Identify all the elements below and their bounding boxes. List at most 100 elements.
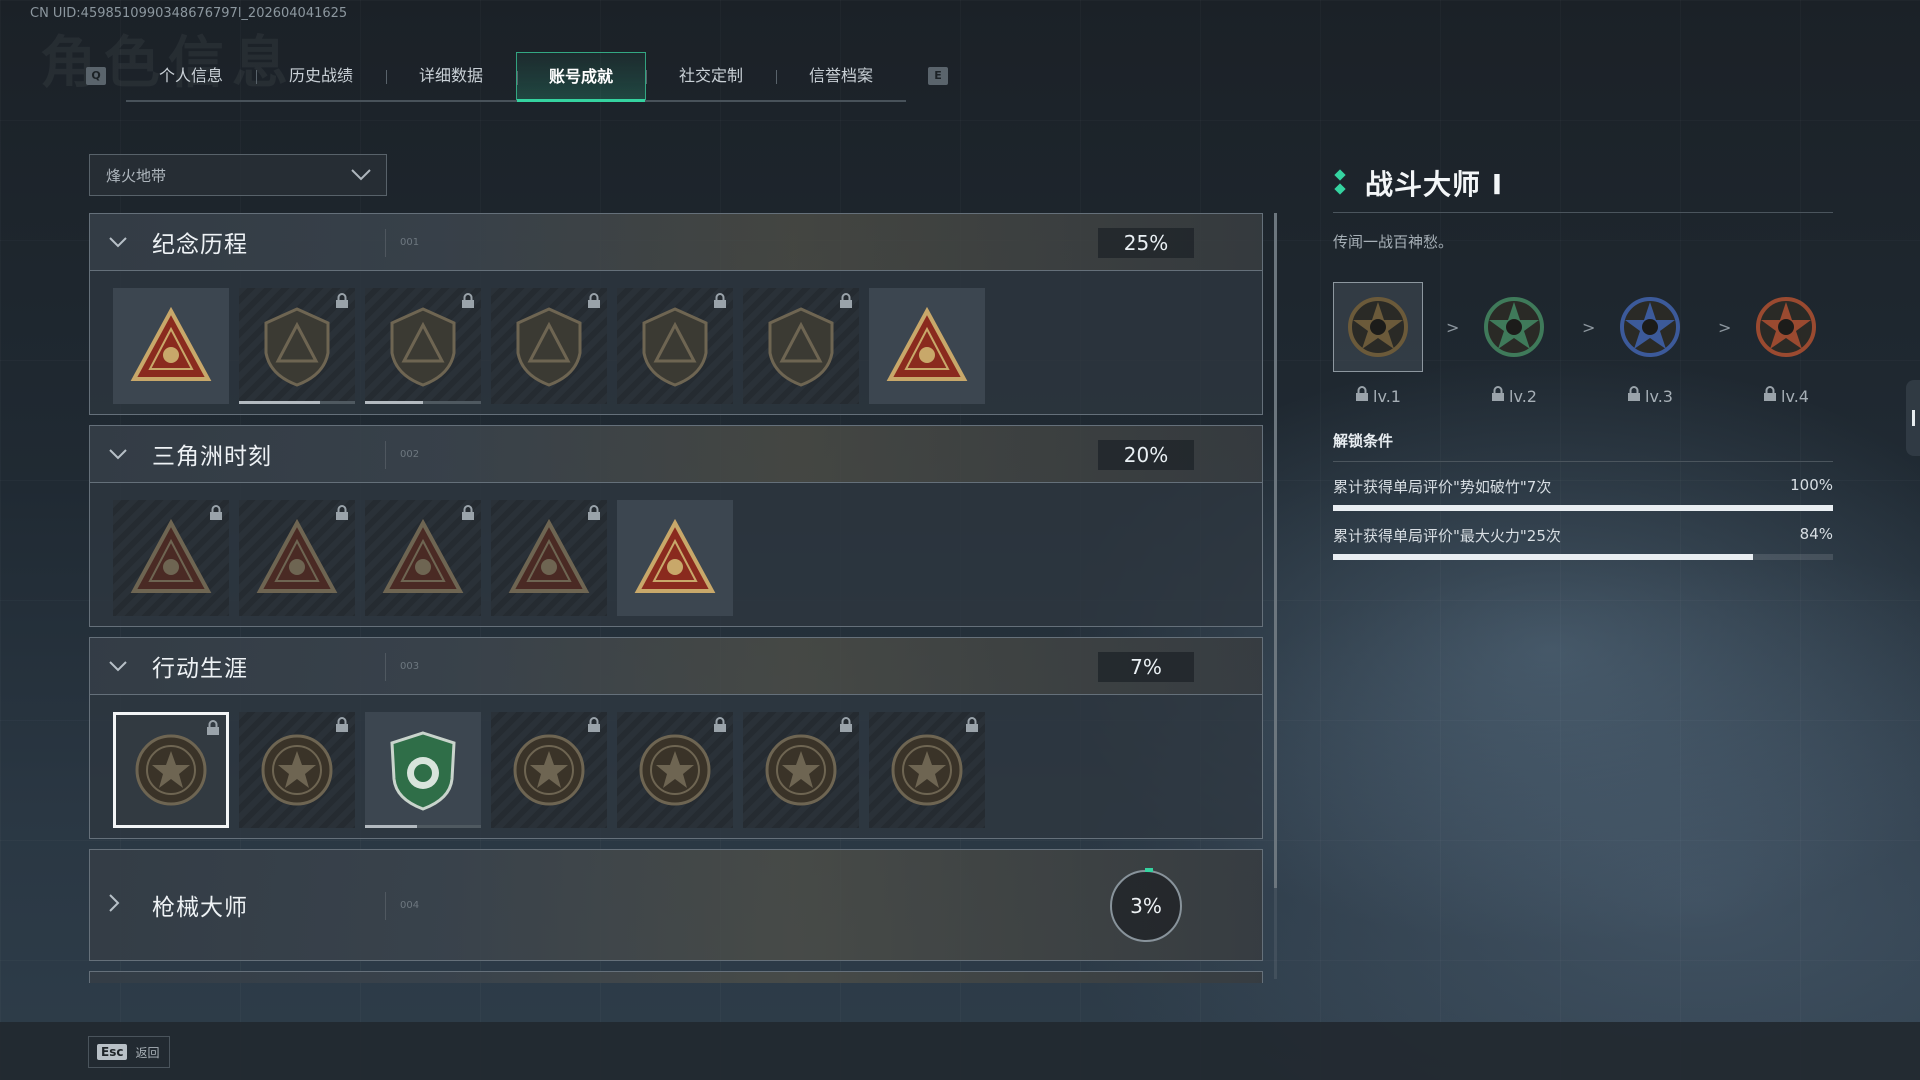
lock-icon [840,717,852,732]
group-header-weapon-master[interactable]: 枪械大师 004 3% [89,849,1263,961]
achievement-list[interactable]: 纪念历程 001 25% 三角洲时刻 002 20% 行动生涯 003 7% 枪… [89,213,1263,983]
achievement-badge[interactable] [365,288,481,404]
achievement-badge[interactable] [113,712,229,828]
hexagon-target-triangle-emblem-icon [508,518,590,593]
esc-key-hint: Esc [97,1044,128,1060]
achievement-group: 行动生涯 003 7% [89,637,1263,839]
top-tab-bar: Q 个人信息 历史战绩 详细数据 账号成就 社交定制 信誉档案 E [82,52,948,102]
back-button[interactable]: Esc 返回 [88,1036,170,1068]
lock-icon [588,717,600,732]
progress-ring-marker [1145,868,1153,872]
achievement-badge[interactable] [869,712,985,828]
skull-triangle-emblem-icon [256,518,338,593]
level-emblem-icon [1605,282,1695,372]
achievement-badge[interactable] [743,288,859,404]
helmet-medal-icon [639,734,711,806]
prev-tab-key-hint[interactable]: Q [86,67,106,85]
level-1[interactable]: lv.1 [1333,282,1423,406]
achievement-group: 枪械大师 004 3% [89,849,1263,961]
achievement-badge[interactable] [113,500,229,616]
tabs: 个人信息 历史战绩 详细数据 账号成就 社交定制 信誉档案 [126,52,906,102]
level-label: lv.2 [1469,386,1559,406]
backpack-triangle-emblem-icon [130,518,212,593]
lock-icon [1627,386,1641,406]
level-2[interactable]: lv.2 [1469,282,1559,406]
squad-triangle-emblem-icon [634,518,716,593]
achievement-badge[interactable] [365,712,481,828]
next-group-header-partial[interactable] [89,971,1263,983]
lock-icon [1763,386,1777,406]
tab-social[interactable]: 社交定制 [646,52,776,100]
header-divider [385,441,386,469]
achievement-badge[interactable] [365,500,481,616]
level-emblem-icon [1741,282,1831,372]
chevron-right-icon [108,893,138,918]
lock-icon [207,720,219,735]
group-percent: 25% [1098,228,1194,258]
achievement-badge[interactable] [491,288,607,404]
number-one-triangle-emblem-icon [886,306,968,381]
achievement-group: 三角洲时刻 002 20% [89,425,1263,627]
group-title: 三角洲时刻 [152,444,272,470]
achievement-badge[interactable] [491,712,607,828]
group-percent: 7% [1098,652,1194,682]
level-emblem-icon [1333,282,1423,372]
crossed-rifles-skull-emblem-icon [768,307,834,387]
tab-detailed-data[interactable]: 详细数据 [386,52,516,100]
achievement-badge[interactable] [617,500,733,616]
level-arrow: > [1582,318,1596,337]
mode-dropdown-value: 烽火地带 [106,166,167,185]
tab-achievements[interactable]: 账号成就 [516,52,646,102]
achievement-badge[interactable] [617,288,733,404]
detail-title: 战斗大师 I [1365,168,1504,201]
level-label: lv.3 [1605,386,1695,406]
achievement-badge[interactable] [869,288,985,404]
lock-icon [336,293,348,308]
back-label: 返回 [135,1045,160,1060]
skull-target-medal-icon [765,734,837,806]
lock-icon [714,717,726,732]
detail-title-row: 战斗大师 I [1333,162,1833,213]
condition-percent: 100% [1790,476,1833,494]
badge-progress-fill [365,401,423,404]
diamond-icon [1333,169,1347,197]
group-title: 行动生涯 [152,656,248,682]
achievement-group: 纪念历程 001 25% [89,213,1263,415]
mode-dropdown[interactable]: 烽火地带 [89,154,387,196]
tab-history[interactable]: 历史战绩 [256,52,386,100]
group-percent: 20% [1098,440,1194,470]
green-shield-medal-icon [390,731,456,811]
condition-item: 累计获得单局评价"最大火力"25次 84% [1333,525,1833,560]
lock-icon [336,505,348,520]
badge-progress-fill [365,825,418,828]
condition-item: 累计获得单局评价"势如破竹"7次 100% [1333,476,1833,511]
achievement-badge[interactable] [239,712,355,828]
lock-icon [336,717,348,732]
achievement-badge[interactable] [113,288,229,404]
list-scrollbar[interactable] [1274,213,1277,979]
group-header-delta-moments[interactable]: 三角洲时刻 002 20% [89,425,1263,483]
badge-row [89,483,1263,627]
scrollbar-thumb[interactable] [1274,213,1277,888]
achievement-badge[interactable] [617,712,733,828]
achievement-badge[interactable] [239,288,355,404]
level-3[interactable]: lv.3 [1605,282,1695,406]
hooded-operator-emblem-icon [642,307,708,387]
group-header-memorial[interactable]: 纪念历程 001 25% [89,213,1263,271]
eye-medal-icon [891,734,963,806]
level-label: lv.1 [1333,386,1423,406]
achievement-badge[interactable] [491,500,607,616]
header-divider [385,229,386,257]
tab-reputation[interactable]: 信誉档案 [776,52,906,100]
condition-percent: 84% [1799,525,1833,543]
header-divider [385,892,386,920]
next-tab-key-hint[interactable]: E [928,67,948,85]
condition-progress-fill [1333,505,1833,511]
achievement-badge[interactable] [239,500,355,616]
group-header-operation-career[interactable]: 行动生涯 003 7% [89,637,1263,695]
level-4[interactable]: lv.4 [1741,282,1831,406]
tab-personal-info[interactable]: 个人信息 [126,52,256,100]
side-drawer-handle[interactable] [1906,380,1920,456]
achievement-badge[interactable] [743,712,859,828]
group-code: 003 [400,660,420,672]
